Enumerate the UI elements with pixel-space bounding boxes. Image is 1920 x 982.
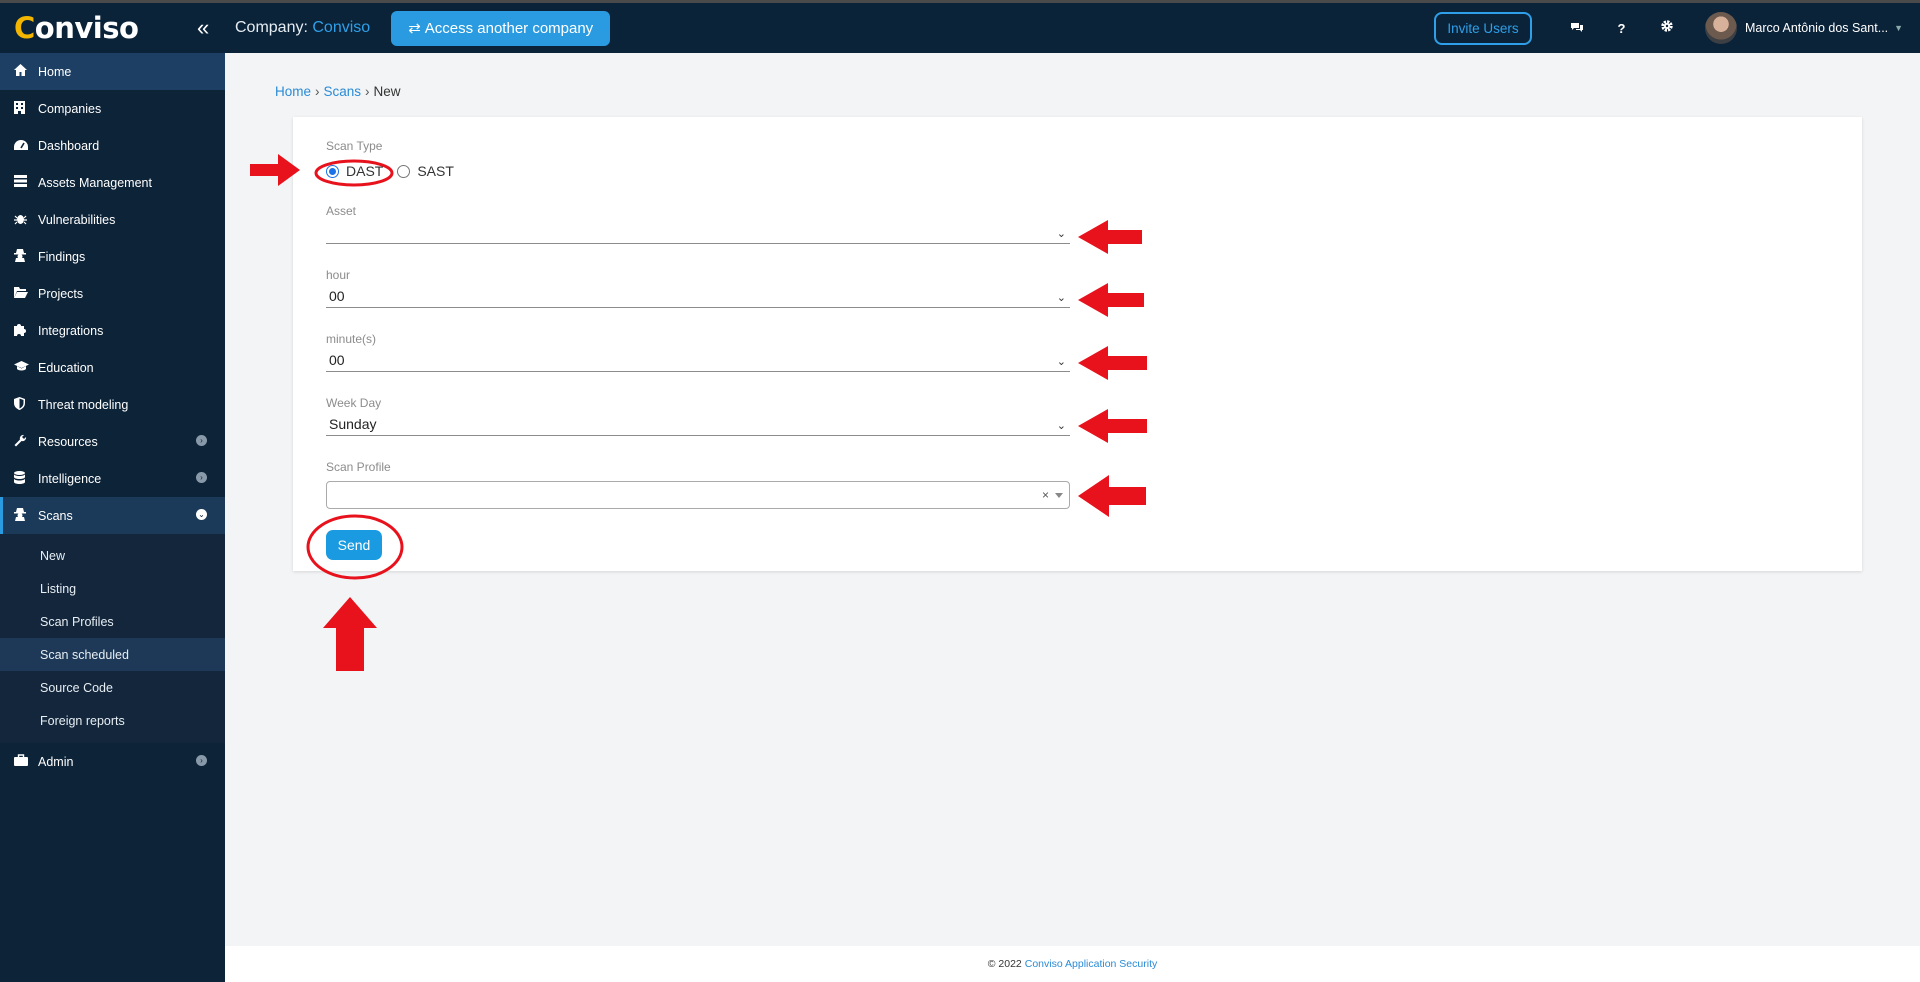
hour-label: hour xyxy=(326,268,351,282)
caret-icon: ▼ xyxy=(1894,23,1904,33)
swap-icon: ⇄ xyxy=(408,20,421,37)
clear-icon[interactable]: × xyxy=(1042,488,1049,502)
graduation-icon xyxy=(14,360,38,375)
sidebar-item-scans[interactable]: Scans ⌄ xyxy=(0,497,225,534)
sidebar-item-resources[interactable]: Resources › xyxy=(0,423,225,460)
building-icon xyxy=(14,100,38,117)
bug-icon xyxy=(14,212,38,228)
scan-profile-label: Scan Profile xyxy=(326,460,391,474)
top-bar: Conviso « Company: Conviso ⇄ Access anot… xyxy=(0,0,1920,53)
avatar xyxy=(1705,12,1737,44)
access-another-company-button[interactable]: ⇄ Access another company xyxy=(391,10,611,46)
chevron-down-icon: ⌄ xyxy=(1056,420,1066,432)
puzzle-icon xyxy=(14,323,38,339)
annotation-arrow-right xyxy=(250,154,394,187)
sidebar-item-assets-management[interactable]: Assets Management xyxy=(0,164,225,201)
folder-icon xyxy=(14,286,38,301)
chevron-down-icon: ⌄ xyxy=(1056,356,1066,368)
user-menu[interactable]: Marco Antônio dos Sant... ▼ xyxy=(1705,12,1920,44)
shield-icon xyxy=(14,396,38,413)
breadcrumb-home[interactable]: Home xyxy=(275,84,311,99)
footer-copyright: © 2022 xyxy=(987,958,1022,970)
user-secret-icon xyxy=(14,507,38,524)
chevron-right-icon: › xyxy=(196,435,207,446)
sidebar-item-home[interactable]: Home xyxy=(0,53,225,90)
minute-label: minute(s) xyxy=(326,332,377,346)
sidebar-item-findings[interactable]: Findings xyxy=(0,238,225,275)
database-icon xyxy=(14,470,38,487)
sidebar-item-projects[interactable]: Projects xyxy=(0,275,225,312)
server-icon xyxy=(14,175,38,190)
annotation-arrow-left xyxy=(1078,283,1144,317)
user-secret-icon xyxy=(14,248,38,265)
invite-users-button[interactable]: Invite Users xyxy=(1434,11,1532,45)
home-icon xyxy=(14,64,38,79)
weekday-select[interactable]: Sunday ⌄ xyxy=(326,414,1070,436)
annotation-arrow-left xyxy=(1078,220,1142,254)
sidebar-item-dashboard[interactable]: Dashboard xyxy=(0,127,225,164)
sidebar-item-intelligence[interactable]: Intelligence › xyxy=(0,460,225,497)
minute-select[interactable]: 00 ⌄ xyxy=(326,350,1070,372)
scan-profile-select[interactable]: × xyxy=(326,481,1070,509)
sidebar-subitem-scan-profiles[interactable]: Scan Profiles xyxy=(0,605,225,638)
help-icon[interactable]: ? xyxy=(1599,21,1644,36)
wrench-icon xyxy=(14,434,38,450)
sidebar-subitem-listing[interactable]: Listing xyxy=(0,572,225,605)
sidebar-subitem-source-code[interactable]: Source Code xyxy=(0,671,225,704)
asset-label: Asset xyxy=(326,204,357,218)
breadcrumb-current: New xyxy=(373,84,401,99)
sidebar-subitem-foreign-reports[interactable]: Foreign reports xyxy=(0,704,225,737)
footer-link[interactable]: Conviso Application Security xyxy=(1025,958,1158,970)
settings-icon[interactable] xyxy=(1644,19,1689,37)
company-label: Company: Conviso xyxy=(235,19,371,36)
conviso-logo[interactable]: Conviso xyxy=(0,3,225,53)
sidebar-item-integrations[interactable]: Integrations xyxy=(0,312,225,349)
hour-select[interactable]: 00 ⌄ xyxy=(326,286,1070,308)
briefcase-icon xyxy=(14,754,38,769)
company-name[interactable]: Conviso xyxy=(312,19,370,36)
breadcrumb-scans[interactable]: Scans xyxy=(324,84,362,99)
caret-down-icon xyxy=(1055,493,1063,498)
asset-select[interactable]: ⌄ xyxy=(326,222,1070,244)
footer: © 2022 Conviso Application Security xyxy=(225,946,1920,982)
sidebar-item-companies[interactable]: Companies xyxy=(0,90,225,127)
sidebar-item-vulnerabilities[interactable]: Vulnerabilities xyxy=(0,201,225,238)
collapse-icon[interactable]: « xyxy=(197,17,217,39)
chevron-down-icon: ⌄ xyxy=(196,509,207,520)
annotation-arrow-left xyxy=(1078,409,1147,443)
chat-icon[interactable] xyxy=(1554,20,1599,37)
chevron-right-icon: › xyxy=(196,755,207,766)
scans-submenu: New Listing Scan Profiles Scan scheduled… xyxy=(0,534,225,743)
sidebar-subitem-new[interactable]: New xyxy=(0,539,225,572)
chevron-down-icon: ⌄ xyxy=(1056,292,1066,304)
sidebar-item-threat-modeling[interactable]: Threat modeling xyxy=(0,386,225,423)
annotation-arrow-left xyxy=(1078,346,1147,380)
sidebar-item-admin[interactable]: Admin › xyxy=(0,743,225,780)
breadcrumb: Home › Scans › New xyxy=(275,84,401,99)
sast-radio-label[interactable]: SAST xyxy=(417,163,454,179)
chevron-down-icon: ⌄ xyxy=(1056,228,1066,240)
annotation-arrow-left xyxy=(1078,475,1146,517)
sidebar-subitem-scan-scheduled[interactable]: Scan scheduled xyxy=(0,638,225,671)
sast-radio[interactable] xyxy=(397,164,411,178)
user-name: Marco Antônio dos Sant... xyxy=(1745,21,1889,35)
sidebar-item-education[interactable]: Education xyxy=(0,349,225,386)
chevron-right-icon: › xyxy=(196,472,207,483)
gauge-icon xyxy=(14,138,38,153)
annotation-circle xyxy=(306,514,404,580)
annotation-arrow-up xyxy=(323,597,377,671)
sidebar: Home Companies Dashboard Assets Manageme… xyxy=(0,53,225,982)
weekday-label: Week Day xyxy=(326,396,382,410)
